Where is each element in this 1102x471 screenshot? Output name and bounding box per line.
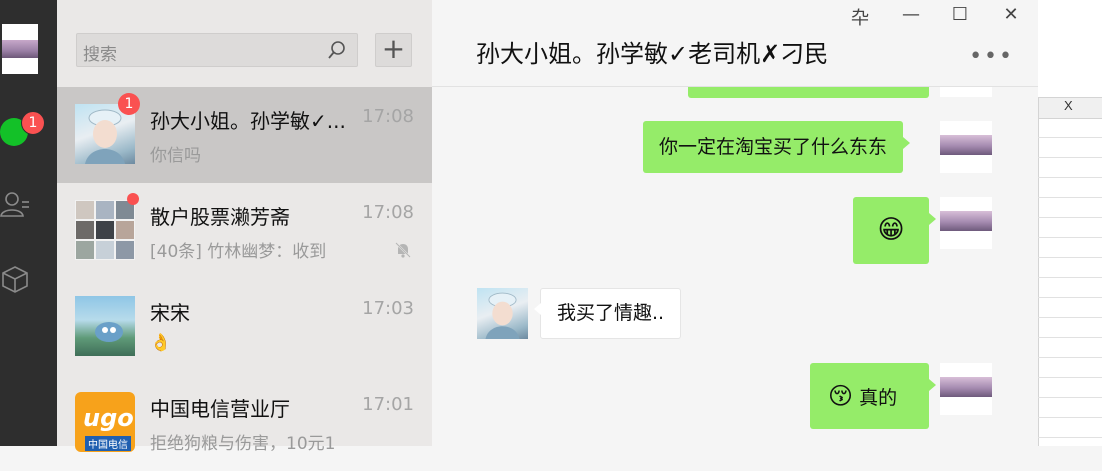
- conversation-time: 17:01: [362, 394, 414, 415]
- conversation-name: 散户股票濑芳斋: [150, 205, 290, 229]
- conversation-time: 17:08: [362, 106, 414, 127]
- telecom-logo-subtext: 中国电信: [85, 436, 131, 451]
- chat-unread-badge: 1: [21, 111, 45, 135]
- contacts-icon[interactable]: [0, 190, 30, 220]
- pin-icon[interactable]: 卆: [850, 4, 870, 30]
- telecom-logo-text: ugo: [83, 404, 134, 432]
- conversation-preview: 👌: [150, 333, 172, 353]
- message-text: 真的: [859, 387, 898, 409]
- search-placeholder: 搜索: [83, 45, 117, 65]
- conversation-preview: 拒绝狗粮与伤害，10元1: [150, 434, 336, 454]
- chat-panel: 孙大小姐。孙学敏✓老司机✗刁民 ••• 卆 — ☐ ✕ 你一定在淘宝买了什么东东…: [432, 0, 1038, 446]
- conversation-name: 中国电信营业厅: [150, 397, 290, 421]
- message-bubble[interactable]: 你一定在淘宝买了什么东东: [643, 121, 911, 173]
- conversation-name: 宋宋: [150, 301, 190, 325]
- column-header-x: X: [1064, 98, 1073, 113]
- unread-badge: 1: [118, 93, 140, 115]
- conversation-time: 17:03: [362, 298, 414, 319]
- telecom-logo: ugo 中国电信: [75, 392, 135, 452]
- list-item[interactable]: 宋宋 17:03 👌: [57, 279, 432, 375]
- add-chat-button[interactable]: +: [375, 33, 412, 67]
- my-message-avatar: [940, 363, 992, 415]
- conversation-list-panel: 搜索 + 1 孙大小姐。孙学敏✓... 17:08 你信吗 散户股票濑芳斋 17…: [57, 0, 432, 454]
- my-avatar[interactable]: [2, 24, 38, 74]
- sheet-grid: [1038, 118, 1102, 446]
- more-options-icon[interactable]: •••: [969, 44, 1014, 69]
- list-item[interactable]: 散户股票濑芳斋 17:08 [40条] 竹林幽梦：收到: [57, 183, 432, 279]
- group-avatar: [75, 200, 135, 260]
- conversation-preview: [40条] 竹林幽梦：收到: [150, 242, 327, 262]
- message-bubble[interactable]: 我买了情趣..: [533, 288, 682, 339]
- list-item[interactable]: 1 孙大小姐。孙学敏✓... 17:08 你信吗: [57, 87, 432, 183]
- my-message-avatar: [940, 197, 992, 249]
- message-bubble-partial: [688, 87, 929, 98]
- chat-header: 孙大小姐。孙学敏✓老司机✗刁民 ••• 卆 — ☐ ✕: [432, 0, 1038, 87]
- search-icon: [328, 41, 345, 59]
- list-item[interactable]: ugo 中国电信 中国电信营业厅 17:01 拒绝狗粮与伤害，10元1: [57, 375, 432, 471]
- minimize-icon[interactable]: —: [901, 4, 921, 25]
- kiss-emoji-icon: 😚: [828, 382, 854, 410]
- message-bubble[interactable]: 😁: [853, 197, 936, 264]
- background-spreadsheet: X: [1038, 0, 1102, 446]
- close-icon[interactable]: ✕: [1001, 4, 1021, 25]
- my-message-avatar: [940, 121, 992, 173]
- conversation-preview: 你信吗: [150, 146, 201, 166]
- conversation-time: 17:08: [362, 202, 414, 223]
- conversation-name: 孙大小姐。孙学敏✓...: [150, 109, 346, 133]
- left-rail: 1: [0, 0, 57, 446]
- mute-bell-icon: [395, 242, 411, 258]
- message-bubble[interactable]: 😚 真的: [810, 363, 936, 429]
- maximize-icon[interactable]: ☐: [950, 4, 970, 25]
- contact-message-avatar[interactable]: [477, 288, 528, 339]
- chat-title: 孙大小姐。孙学敏✓老司机✗刁民: [476, 40, 829, 68]
- contact-avatar: [75, 296, 135, 356]
- unread-dot: [127, 193, 139, 205]
- search-input[interactable]: 搜索: [76, 33, 358, 67]
- collections-box-icon[interactable]: [0, 264, 30, 294]
- my-message-avatar: [940, 87, 992, 97]
